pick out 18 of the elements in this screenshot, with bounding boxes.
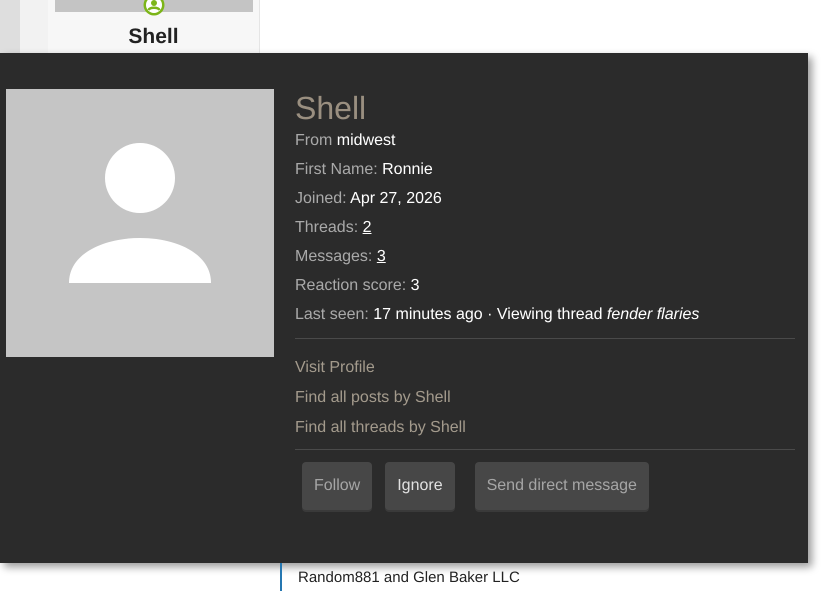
- action-button[interactable]: Send direct message: [474, 462, 649, 510]
- profile-link[interactable]: Find all threads by Shell: [295, 413, 466, 443]
- profile-field: Reaction score: 3: [295, 274, 745, 298]
- profile-name: Shell: [295, 89, 368, 127]
- profile-field: Joined: Apr 27, 2026: [295, 187, 745, 211]
- profile-field: Messages: 3: [295, 245, 745, 269]
- profile-field: From midwest: [295, 129, 745, 153]
- profile-link[interactable]: Find all posts by Shell: [295, 383, 451, 413]
- profile-field: First Name: Ronnie: [295, 158, 745, 182]
- reactions-text[interactable]: Random881 and Glen Baker LLC: [298, 570, 520, 584]
- profile-link[interactable]: Visit Profile: [295, 353, 375, 383]
- count-link[interactable]: 3: [376, 248, 386, 265]
- username[interactable]: Shell: [128, 26, 179, 47]
- profile-field: Threads: 2: [295, 216, 745, 240]
- count-link[interactable]: 2: [362, 219, 372, 236]
- profile-field: Last seen: 17 minutes ago · Viewing thread fender flaries: [295, 303, 745, 327]
- action-button[interactable]: Follow: [302, 462, 372, 510]
- action-button[interactable]: Ignore: [385, 462, 455, 510]
